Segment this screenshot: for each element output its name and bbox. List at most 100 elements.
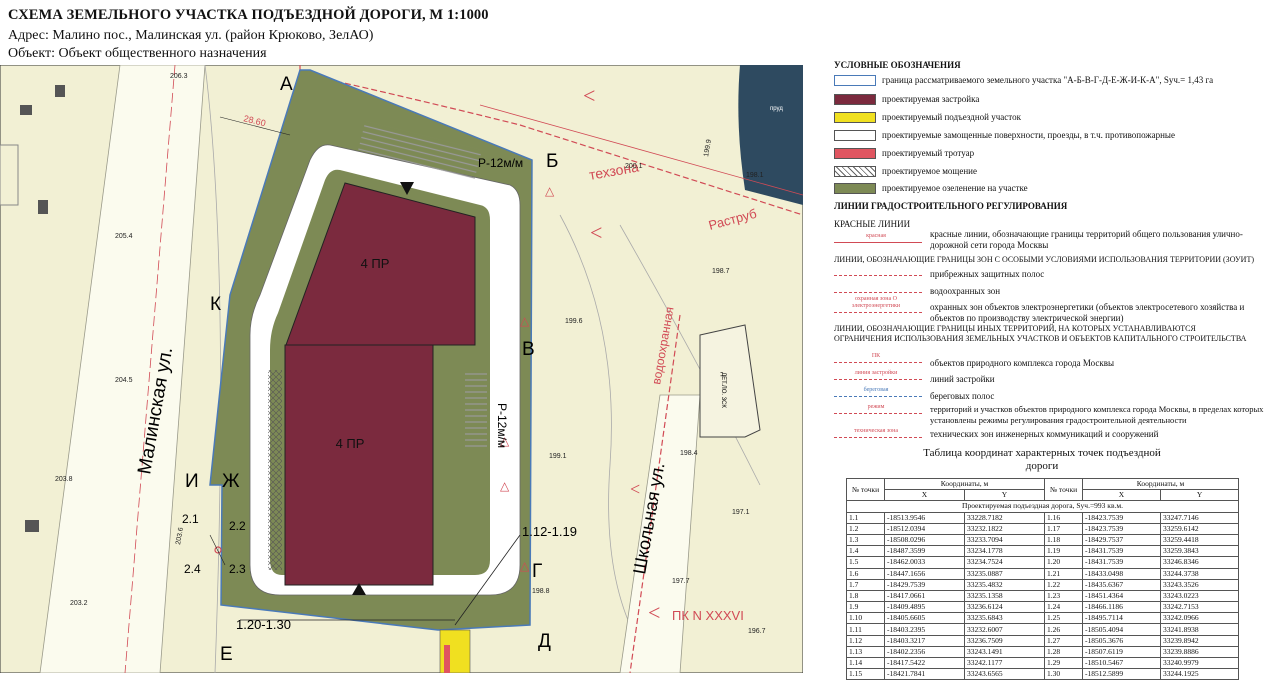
table-cell: -18451.4364 — [1082, 589, 1162, 603]
coordinate-table: № точки Координаты, м № точки Координаты… — [845, 477, 1240, 680]
col-x-header-2: X — [1082, 489, 1162, 502]
point-label-b: Б — [546, 151, 558, 172]
pond-label: пруд — [770, 106, 783, 112]
col-no-header-2: № точки — [1044, 477, 1084, 502]
red-marker: △ — [545, 184, 555, 198]
legend-swatch-building — [834, 94, 876, 105]
school-label: ДЕТ.ЛО. 3СК — [720, 372, 726, 408]
table-cell: 1.23 — [1044, 589, 1084, 603]
small-building — [55, 85, 65, 97]
table-cell: 33242.1177 — [963, 656, 1046, 670]
table-row: 1.12 -18403.3217 33236.7509 1.27 -18505.3676… — [846, 634, 1240, 647]
table-cell: -18508.0296 — [884, 533, 965, 547]
coordinate-table-title: Таблица координат характерных точек подъ… — [923, 447, 1161, 472]
red-marker: △ — [520, 559, 530, 573]
legend-line-build — [834, 379, 922, 380]
legend-other-5: технических зон инженерных коммуникаций … — [930, 429, 1159, 439]
legend-section-regulation: ЛИНИИ ГРАДОСТРОИТЕЛЬНОГО РЕГУЛИРОВАНИЯ — [834, 201, 1068, 211]
object-line: Объект: Объект общественного назначения — [8, 46, 267, 61]
point-label-e: Е — [220, 644, 233, 665]
table-cell: 1.5 — [846, 556, 885, 569]
table-row: 1.7 -18429.7539 33235.4832 1.22 -18435.6367 3… — [846, 578, 1240, 591]
table-cell: 1.15 — [846, 668, 885, 680]
legend-line-water — [834, 292, 922, 293]
table-cell: 33242.0966 — [1160, 612, 1240, 625]
table-cell: 33241.8938 — [1160, 623, 1240, 636]
legend-swatch-road — [834, 112, 876, 123]
table-cell: -18431.7539 — [1082, 545, 1162, 558]
legend-item-building: проектируемая застройка — [882, 94, 980, 104]
table-cell: 33242.7153 — [1160, 601, 1240, 614]
point-label-2-3: 2.3 — [229, 562, 246, 576]
table-cell: 33243.3526 — [1160, 578, 1240, 591]
legend-line-nature — [834, 362, 922, 363]
legend-other-1-tag: ПК — [871, 353, 881, 359]
table-cell: 1.22 — [1044, 578, 1084, 591]
table-cell: 33232.6007 — [963, 623, 1046, 636]
table-cell: 33240.9979 — [1160, 656, 1240, 670]
point-label-zh: Ж — [222, 471, 240, 492]
table-cell: -18433.0498 — [1082, 567, 1162, 580]
legend-line-tech — [834, 437, 922, 438]
legend-zouit-1: прибрежных защитных полос — [930, 269, 1045, 279]
legend-red-line — [834, 242, 922, 243]
table-cell: 1.7 — [846, 578, 885, 591]
table-cell: 33234.1778 — [963, 545, 1046, 558]
legend-zouit-3: охранных зон объектов электроэнергетики … — [930, 302, 1245, 323]
table-cell: -18435.6367 — [1082, 578, 1162, 591]
table-row: 1.9 -18409.4895 33236.6124 1.24 -18466.1186 3… — [846, 601, 1240, 614]
legend-line-regime — [834, 413, 922, 414]
table-row: 1.2 -18512.0394 33232.1822 1.17 -18423.7539 3… — [846, 522, 1240, 535]
table-cell: 1.21 — [1044, 567, 1084, 580]
table-cell: -18431.7539 — [1082, 556, 1162, 569]
address-line: Адрес: Малино пос., Малинская ул. (район… — [8, 28, 374, 43]
road-label-2: Р-12м/м — [495, 403, 509, 448]
table-cell: 33243.0223 — [1160, 589, 1240, 603]
table-cell: -18403.2395 — [884, 623, 965, 636]
table-cell: 1.24 — [1044, 601, 1084, 614]
table-cell: 1.2 — [846, 522, 885, 535]
point-label-v: В — [522, 339, 535, 360]
elev: 198.4 — [680, 450, 698, 457]
point-label-d: Д — [538, 631, 551, 652]
table-cell: 33235.0887 — [963, 567, 1046, 580]
small-building — [38, 200, 48, 214]
elev: 205.4 — [115, 233, 133, 240]
table-cell: 1.6 — [846, 567, 885, 580]
table-cell: -18505.3676 — [1082, 634, 1162, 647]
table-cell: 33243.1491 — [963, 645, 1046, 659]
table-cell: 33228.7182 — [963, 511, 1046, 524]
site-plan-map[interactable]: ДЕТ.ЛО. 3СК 4 ПР 4 ПР 28.60 < < △ △ △ △ … — [0, 65, 803, 673]
table-cell: 1.25 — [1044, 612, 1084, 625]
table-cell: -18423.7539 — [1082, 511, 1162, 524]
table-cell: -18507.6119 — [1082, 645, 1162, 659]
table-cell: 33244.3738 — [1160, 567, 1240, 580]
legend-line-energy — [834, 312, 922, 313]
elev: 203.8 — [55, 476, 73, 483]
table-cell: -18423.7539 — [1082, 522, 1162, 535]
point-label-k: К — [210, 294, 221, 315]
table-row: 1.11 -18403.2395 33232.6007 1.26 -18505.4094… — [846, 623, 1240, 636]
table-cell: -18403.3217 — [884, 634, 965, 647]
table-cell: 1.16 — [1044, 511, 1084, 524]
table-cell: -18462.0033 — [884, 556, 965, 569]
table-row: 1.15 -18421.7841 33243.6565 1.30 -18512.5899… — [846, 668, 1240, 680]
table-cell: -18402.2356 — [884, 645, 965, 659]
legend-other-3-tag: береговая — [863, 387, 889, 393]
elev: 197.1 — [732, 509, 750, 516]
table-cell: 33232.1822 — [963, 522, 1046, 535]
table-cell: -18417.0661 — [884, 589, 965, 603]
table-cell: 1.9 — [846, 601, 885, 614]
col-no-header: № точки — [846, 477, 885, 502]
table-cell: 1.29 — [1044, 656, 1084, 670]
elev: 200.1 — [625, 163, 643, 170]
table-cell: -18421.7841 — [884, 668, 965, 680]
legend-other-4: территорий и участков объектов природног… — [930, 404, 1264, 425]
elev: 198.8 — [532, 588, 550, 595]
table-row: 1.14 -18417.5422 33242.1177 1.29 -18510.5467… — [846, 656, 1240, 670]
point-label-2-2: 2.2 — [229, 519, 246, 533]
table-cell: 33235.1358 — [963, 589, 1046, 603]
table-cell: 33239.8886 — [1160, 645, 1240, 659]
col-y-header-2: Y — [1160, 489, 1240, 502]
red-marker: △ — [500, 479, 510, 493]
